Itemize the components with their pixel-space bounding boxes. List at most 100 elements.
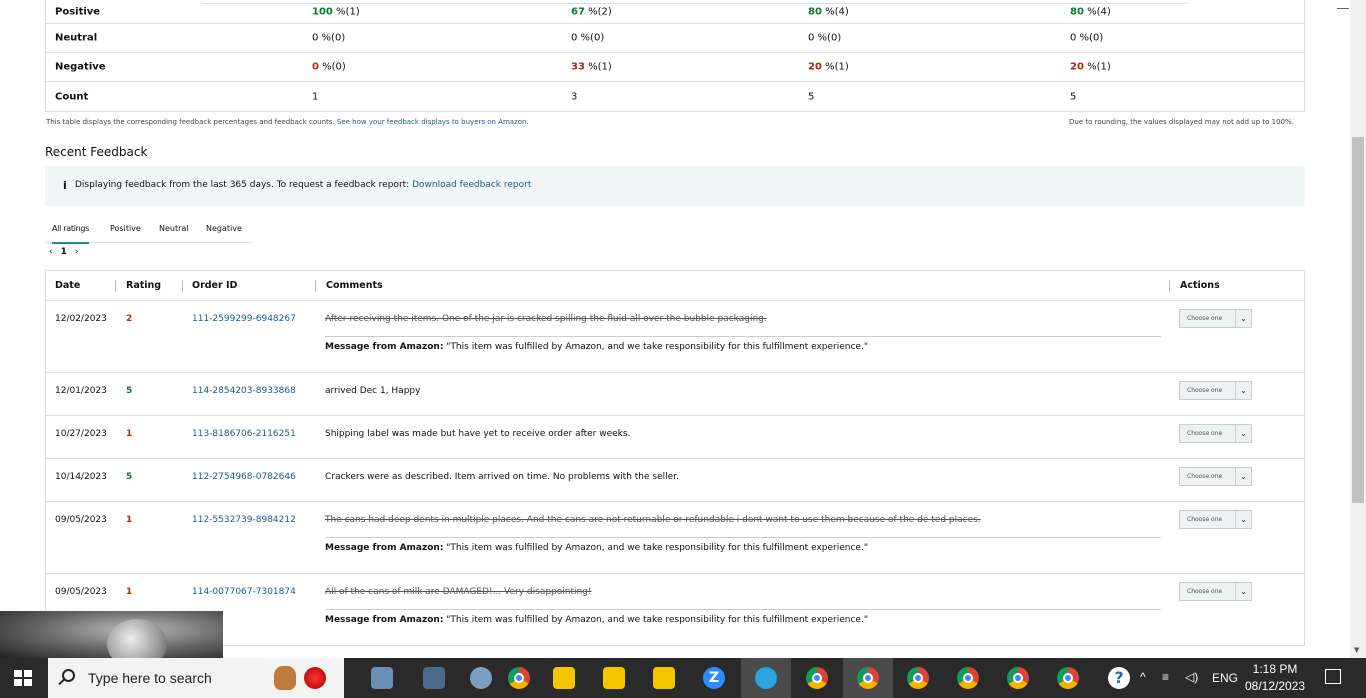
tab-all-ratings[interactable]: All ratings [52,224,89,244]
table-row: 12/01/2023 5 114-2854203-8933868 arrived De… [46,373,1304,416]
chrome-profile-icon[interactable] [957,667,979,689]
search-input[interactable]: Type here to search [88,670,212,686]
close-icon[interactable] [1337,8,1349,9]
action-dropdown[interactable]: Choose one ⌄ [1179,424,1252,443]
summary-cell: 67 %(2) [571,6,612,17]
feedback-rating: 5 [126,386,133,396]
video-thumbnail[interactable] [0,611,223,658]
order-id-link[interactable]: 114-0077067-7301874 [192,587,296,597]
sticky-notes-icon[interactable] [653,667,675,689]
amazon-message: Message from Amazon: "This item was fulf… [325,615,868,625]
feedback-rating: 2 [126,314,133,324]
summary-cell: 1 [312,91,318,102]
summary-row-positive: Positive 100 %(1) 67 %(2) 80 %(4) 80 %(4) [46,0,1304,24]
summary-cell: 100 %(1) [312,6,360,17]
summary-row-label: Negative [55,61,106,73]
comment-divider [325,609,1161,610]
chrome-icon [857,667,879,689]
chevron-down-icon: ⌄ [1235,511,1251,528]
clock[interactable]: 1:18 PM 08/12/2023 [1240,661,1310,695]
chevron-down-icon: ⌄ [1235,583,1251,600]
scrollbar-thumb[interactable] [1352,137,1364,503]
summary-row-neutral: Neutral 0 %(0) 0 %(0) 0 %(0) 0 %(0) [46,24,1304,53]
summary-cell: 0 %(0) [1070,33,1103,44]
windows-start-icon[interactable] [14,670,32,686]
chrome-profile-icon[interactable] [907,667,929,689]
order-id-link[interactable]: 111-2599299-6948267 [192,314,296,324]
summary-count: %(1) [1083,61,1111,73]
feedback-table: Date Rating Order ID Comments Actions 12… [45,270,1305,646]
summary-count: %(1) [332,6,360,17]
telegram-taskbar-slot[interactable] [741,658,791,698]
download-report-link[interactable]: Download feedback report [412,180,531,190]
calculator-icon[interactable] [423,667,445,689]
feedback-display-link[interactable]: See how your feedback displays to buyers… [337,118,529,126]
action-dropdown[interactable]: Choose one ⌄ [1179,582,1252,601]
network-icon[interactable]: ≡ [1162,670,1169,698]
rounding-note: Due to rounding, the values displayed ma… [1069,118,1294,126]
summary-count: %(0) [318,32,346,44]
tray-chevron-icon[interactable]: ^ [1140,670,1146,698]
summary-cell: 20 %(1) [808,62,849,73]
chrome-profile-icon[interactable] [806,667,828,689]
action-dropdown[interactable]: Choose one ⌄ [1179,467,1252,486]
comment-divider [325,537,1161,538]
tab-neutral[interactable]: Neutral [159,224,189,233]
summary-count: %(4) [821,6,849,17]
prev-page-icon[interactable]: ‹ [49,247,53,257]
recent-feedback-title: Recent Feedback [45,145,148,159]
chrome-icon[interactable] [508,667,530,689]
tab-negative[interactable]: Negative [206,224,242,233]
amazon-message: Message from Amazon: "This item was fulf… [325,543,868,553]
table-row: 10/27/2023 1 113-8186706-2116251 Shipping l… [46,416,1304,459]
summary-row-count: Count 1 3 5 5 [46,82,1304,111]
feedback-page: Positive 100 %(1) 67 %(2) 80 %(4) 80 %(4) Neu… [0,0,1350,658]
table-row: 12/02/2023 2 111-2599299-6948267 After rece… [46,301,1304,373]
search-icon [62,669,75,682]
summary-note: This table displays the corresponding fe… [46,118,529,126]
info-banner: i Displaying feedback from the last 365 … [45,166,1305,206]
chevron-down-icon: ⌄ [1235,425,1251,442]
col-separator [182,280,183,292]
scroll-down-icon[interactable]: ▼ [1354,646,1359,654]
help-icon[interactable]: ? [1108,667,1130,689]
notification-icon[interactable] [1325,669,1341,684]
current-page[interactable]: 1 [61,247,67,257]
next-page-icon[interactable]: › [75,247,79,257]
app-icon[interactable] [371,667,393,689]
col-order-id: Order ID [192,280,238,291]
tab-positive[interactable]: Positive [110,224,141,233]
page-scrollbar[interactable]: ▼ [1350,0,1366,658]
col-separator [115,280,116,292]
summary-count: %(0) [318,61,346,73]
chevron-down-icon: ⌄ [1235,468,1251,485]
col-date: Date [55,280,81,291]
summary-percent: 20 [808,61,822,73]
table-row: 09/05/2023 1 112-5532739-8984212 The cans h… [46,502,1304,574]
order-id-link[interactable]: 114-2854203-8933868 [192,386,296,396]
action-dropdown[interactable]: Choose one ⌄ [1179,510,1252,529]
order-id-link[interactable]: 113-8186706-2116251 [192,429,296,439]
telegram-icon [755,667,777,689]
language-indicator[interactable]: ENG [1212,671,1238,698]
chrome-profile-icon[interactable] [1057,667,1079,689]
sticky-notes-icon[interactable] [603,667,625,689]
feedback-date: 10/27/2023 [55,429,107,439]
chrome-profile-icon[interactable] [1007,667,1029,689]
action-dropdown-label: Choose one [1187,387,1223,394]
paint-icon[interactable] [470,667,492,689]
volume-icon[interactable]: ◁) [1185,670,1198,698]
sticky-notes-icon[interactable] [553,667,575,689]
amazon-message-text: "This item was fulfilled by Amazon, and … [446,615,868,625]
summary-count: %(1) [584,61,612,73]
action-dropdown[interactable]: Choose one ⌄ [1179,309,1252,328]
order-id-link[interactable]: 112-5532739-8984212 [192,515,296,525]
taskbar-search[interactable]: Type here to search [48,658,344,698]
feedback-rating: 1 [126,429,133,439]
order-id-link[interactable]: 112-2754968-0782646 [192,472,296,482]
summary-count: %(0) [1076,32,1104,44]
summary-row-negative: Negative 0 %(0) 33 %(1) 20 %(1) 20 %(1) [46,53,1304,82]
action-dropdown[interactable]: Choose one ⌄ [1179,381,1252,400]
chrome-active-slot[interactable] [843,658,893,698]
zoom-icon[interactable]: Z [703,667,725,689]
